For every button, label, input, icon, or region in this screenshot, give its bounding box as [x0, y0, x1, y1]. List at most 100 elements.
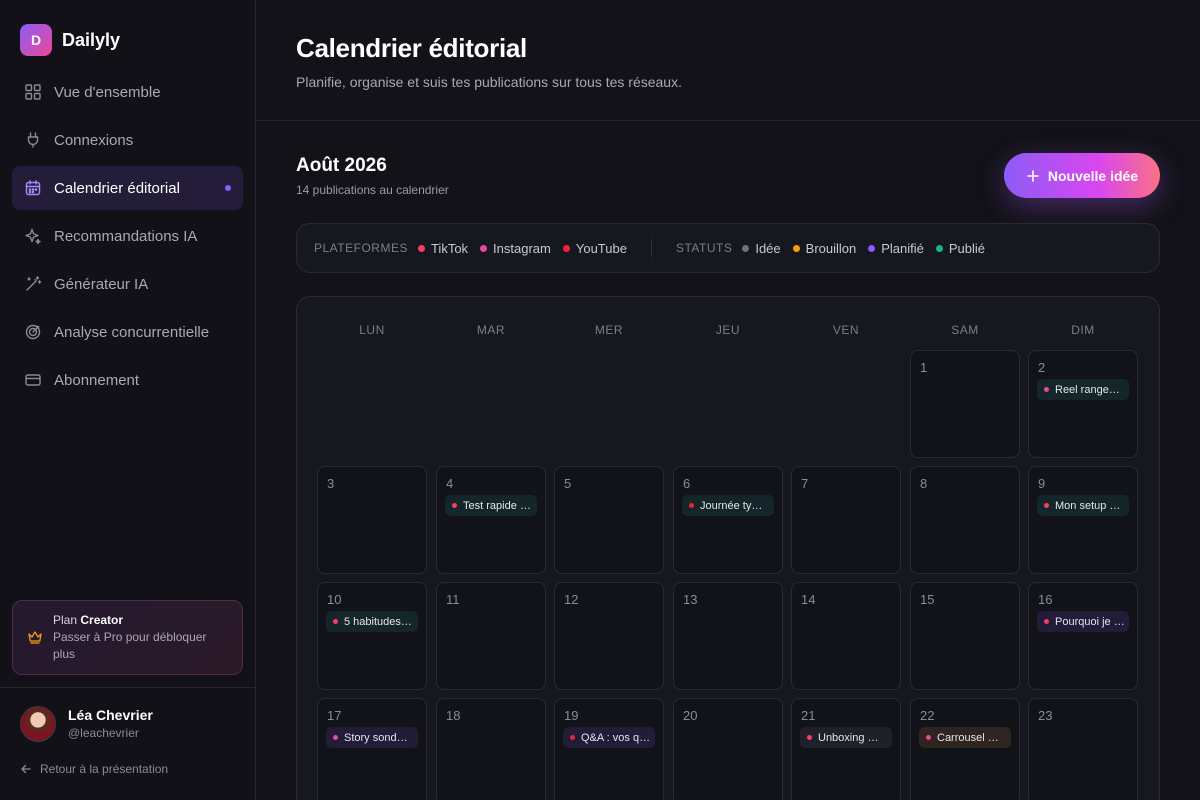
- plan-name: Creator: [80, 613, 124, 627]
- platform-dot: [570, 735, 575, 740]
- calendar-day-cell[interactable]: 18: [436, 698, 546, 800]
- calendar-day-cell[interactable]: 1: [910, 350, 1020, 458]
- legend-bar: PLATEFORMES TikTok Instagram YouTube STA…: [296, 223, 1160, 273]
- calendar-day-cell[interactable]: 20: [673, 698, 783, 800]
- sidebar-item-label: Générateur IA: [54, 275, 149, 293]
- day-number: 16: [1038, 592, 1053, 607]
- calendar-day-cell[interactable]: 17 Story sond…: [317, 698, 427, 800]
- platform-dot: [689, 503, 694, 508]
- event-chip[interactable]: Mon setup …: [1037, 495, 1129, 516]
- sidebar-item-competitive-analysis[interactable]: Analyse concurrentielle: [12, 310, 243, 354]
- sidebar-item-calendar[interactable]: Calendrier éditorial: [12, 166, 243, 210]
- platform-dot: [333, 735, 338, 740]
- calendar-day-cell[interactable]: 9 Mon setup …: [1028, 466, 1138, 574]
- event-chip[interactable]: Reel range…: [1037, 379, 1129, 400]
- user-handle: @leachevrier: [68, 726, 139, 740]
- sidebar-item-label: Analyse concurrentielle: [54, 323, 210, 341]
- brand[interactable]: D Dailyly: [20, 24, 120, 56]
- platform-dot: [1044, 387, 1049, 392]
- calendar-day-cell[interactable]: 4 Test rapide …: [436, 466, 546, 574]
- avatar[interactable]: [20, 706, 56, 742]
- calendar-day-cell[interactable]: 8: [910, 466, 1020, 574]
- page-header: Calendrier éditorial Planifie, organise …: [256, 0, 1200, 121]
- crown-icon: [28, 631, 42, 644]
- event-chip[interactable]: Story sond…: [326, 727, 418, 748]
- day-number: 12: [564, 592, 579, 607]
- event-chip[interactable]: Journée ty…: [682, 495, 774, 516]
- sidebar-item-label: Recommandations IA: [54, 227, 198, 245]
- statuses-legend-label: STATUTS: [675, 241, 733, 255]
- publication-count: 14 publications au calendrier: [296, 183, 449, 197]
- brand-name: Dailyly: [62, 29, 121, 50]
- event-title: Pourquoi je …: [1055, 615, 1125, 628]
- new-idea-button[interactable]: Nouvelle idée: [1004, 153, 1160, 198]
- legend-item-planned: Planifié: [868, 241, 924, 256]
- day-number: 15: [920, 592, 935, 607]
- calendar-day-cell[interactable]: 19 Q&A : vos q…: [554, 698, 664, 800]
- calendar-day-cell[interactable]: 22 Carrousel …: [910, 698, 1020, 800]
- day-number: 3: [327, 476, 335, 491]
- day-number: 14: [801, 592, 816, 607]
- legend-item-instagram: Instagram: [480, 241, 551, 256]
- event-chip[interactable]: Test rapide …: [445, 495, 537, 516]
- platform-dot: [452, 503, 457, 508]
- calendar-day-cell[interactable]: 11: [436, 582, 546, 690]
- day-number: 17: [327, 708, 342, 723]
- calendar-day-cell[interactable]: 7: [791, 466, 901, 574]
- plan-subtitle: Passer à Pro pour débloquer plus: [53, 630, 207, 661]
- event-chip[interactable]: 5 habitudes…: [326, 611, 418, 632]
- day-number: 8: [920, 476, 928, 491]
- platform-dot: [1044, 503, 1049, 508]
- event-chip[interactable]: Q&A : vos q…: [563, 727, 655, 748]
- calendar-day-cell[interactable]: 2 Reel range…: [1028, 350, 1138, 458]
- day-number: 18: [446, 708, 461, 723]
- weekday-header: LUN: [359, 323, 385, 337]
- legend-dot: [935, 244, 943, 252]
- main-content: Calendrier éditorial Planifie, organise …: [256, 0, 1200, 800]
- plus-icon: [1027, 169, 1039, 182]
- calendar-day-cell[interactable]: 10 5 habitudes…: [317, 582, 427, 690]
- legend-dot: [562, 244, 570, 252]
- legend-dot: [417, 244, 425, 252]
- calendar-day-cell[interactable]: 23: [1028, 698, 1138, 800]
- calendar-day-cell[interactable]: 14: [791, 582, 901, 690]
- day-number: 19: [564, 708, 579, 723]
- calendar-day-cell[interactable]: 21 Unboxing …: [791, 698, 901, 800]
- event-chip[interactable]: Unboxing …: [800, 727, 892, 748]
- event-title: Q&A : vos q…: [581, 731, 651, 744]
- weekday-header: MER: [594, 323, 624, 337]
- credit-card-icon: [25, 374, 41, 386]
- calendar-day-cell[interactable]: 12: [554, 582, 664, 690]
- sidebar-item-label: Calendrier éditorial: [54, 179, 180, 197]
- event-title: Unboxing …: [818, 731, 879, 744]
- event-title: Mon setup …: [1055, 499, 1121, 512]
- legend-item-idea: Idée: [742, 241, 781, 256]
- event-chip[interactable]: Carrousel …: [919, 727, 1011, 748]
- sidebar-item-overview[interactable]: Vue d'ensemble: [12, 70, 243, 114]
- calendar-day-cell[interactable]: 3: [317, 466, 427, 574]
- day-number: 9: [1038, 476, 1046, 491]
- plan-upgrade-card[interactable]: Plan Creator Passer à Pro pour débloquer…: [12, 600, 243, 675]
- day-number: 6: [683, 476, 691, 491]
- sidebar-item-connections[interactable]: Connexions: [12, 118, 243, 162]
- calendar-day-cell[interactable]: 15: [910, 582, 1020, 690]
- legend-item-draft: Brouillon: [792, 241, 856, 256]
- calendar-day-cell[interactable]: 6 Journée ty…: [673, 466, 783, 574]
- calendar-day-cell[interactable]: 5: [554, 466, 664, 574]
- back-to-presentation-link[interactable]: Retour à la présentation: [20, 762, 168, 776]
- brand-logo: D: [20, 24, 52, 56]
- day-number: 7: [801, 476, 809, 491]
- sidebar-item-subscription[interactable]: Abonnement: [12, 358, 243, 402]
- sidebar-item-ai-recommendations[interactable]: Recommandations IA: [12, 214, 243, 258]
- sidebar-item-ai-generator[interactable]: Générateur IA: [12, 262, 243, 306]
- page-subtitle: Planifie, organise et suis tes publicati…: [296, 74, 682, 90]
- event-title: Carrousel …: [937, 731, 999, 744]
- event-title: Test rapide …: [463, 499, 531, 512]
- target-icon: [25, 324, 41, 340]
- calendar-day-cell[interactable]: 13: [673, 582, 783, 690]
- calendar-day-cell[interactable]: 16 Pourquoi je …: [1028, 582, 1138, 690]
- calendar-grid: LUN MAR MER JEU VEN SAM DIM 1 2 Reel range… 3 4 Test…: [296, 296, 1160, 800]
- day-number: 1: [920, 360, 928, 375]
- event-chip[interactable]: Pourquoi je …: [1037, 611, 1129, 632]
- legend-dot: [742, 244, 750, 252]
